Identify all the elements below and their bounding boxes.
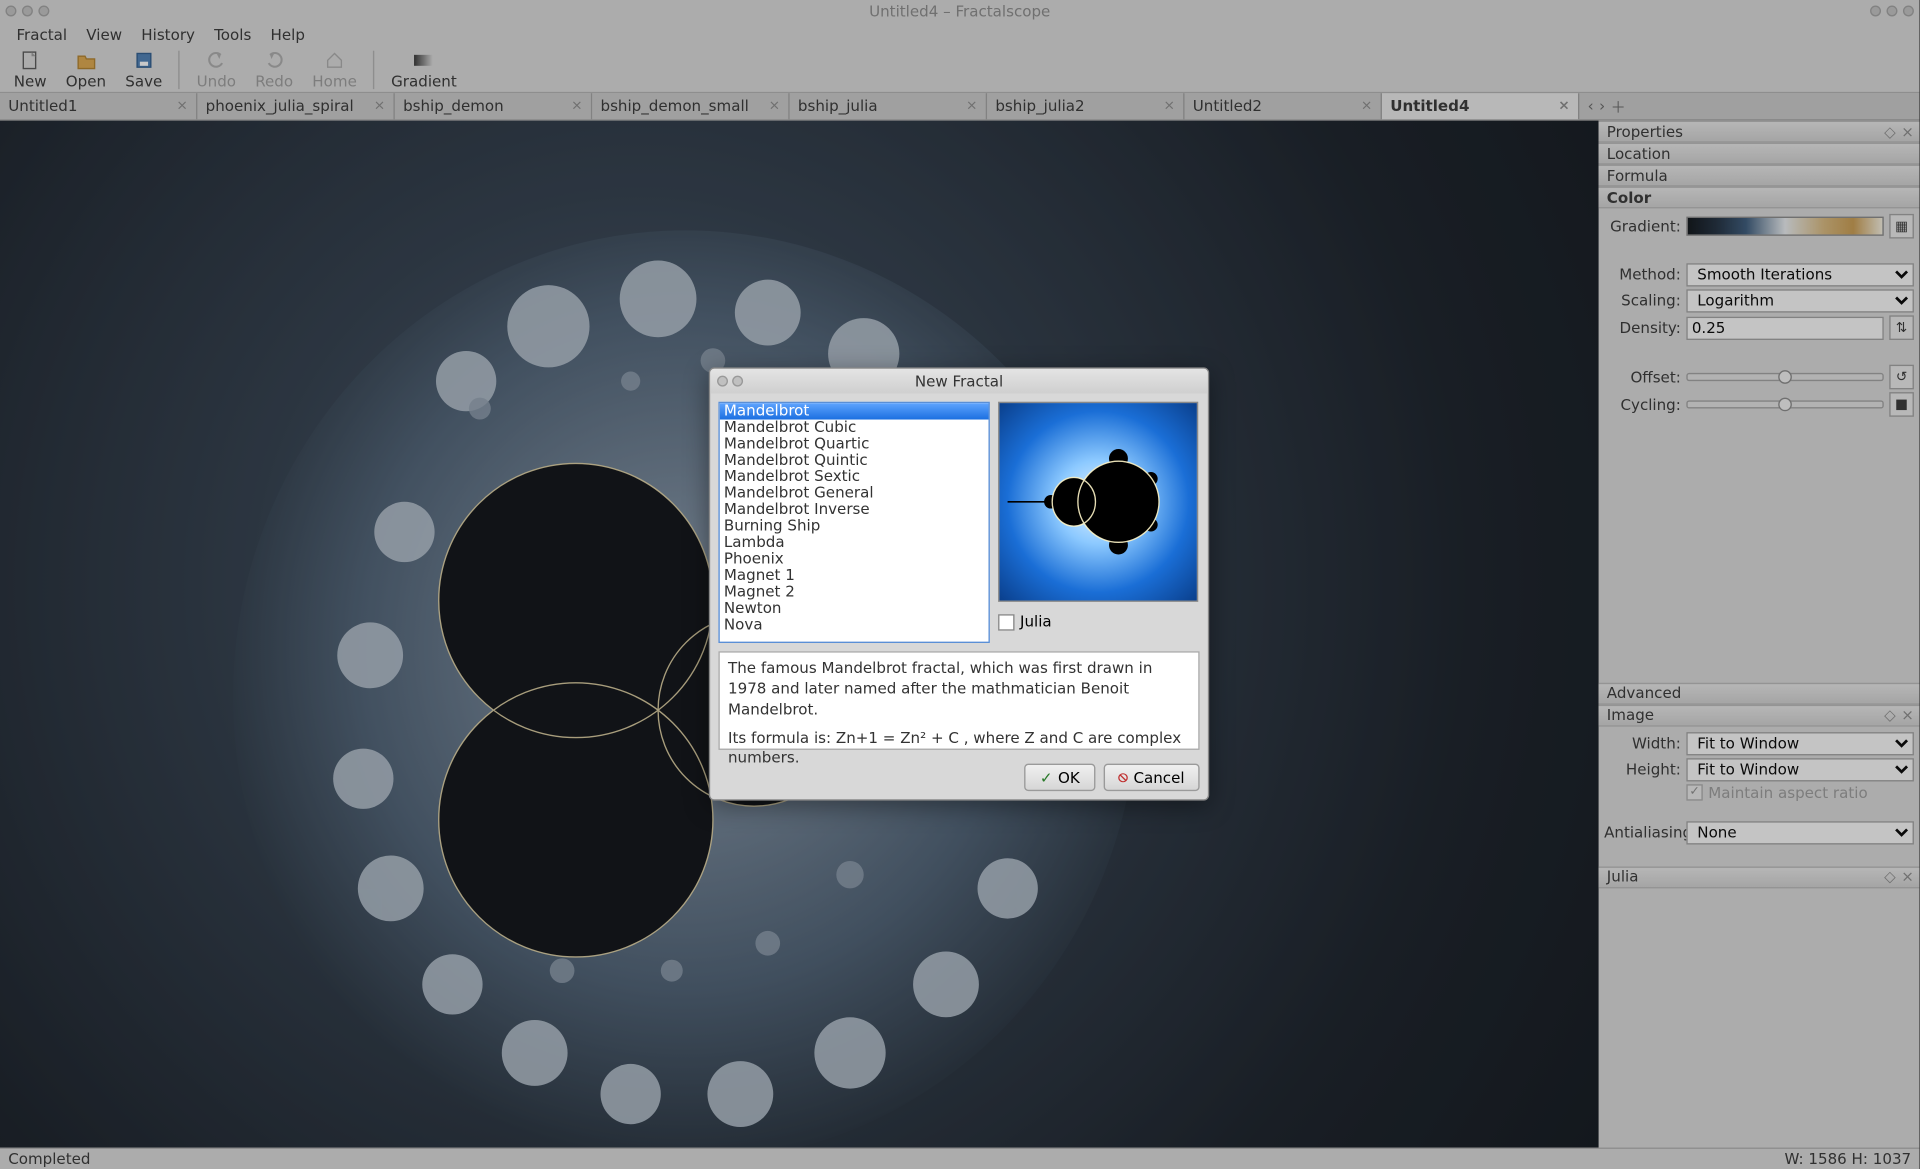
list-item[interactable]: Nova: [720, 617, 989, 633]
fractal-type-listbox[interactable]: Mandelbrot Mandelbrot Cubic Mandelbrot Q…: [718, 402, 989, 643]
fractal-preview: [998, 402, 1198, 602]
julia-checkbox[interactable]: [998, 614, 1014, 630]
dialog-title: New Fractal: [915, 372, 1003, 390]
list-item[interactable]: Mandelbrot General: [720, 485, 989, 501]
modal-overlay: New Fractal Mandelbrot Mandelbrot Cubic …: [0, 0, 1919, 1169]
list-item[interactable]: Mandelbrot: [720, 403, 989, 419]
list-item[interactable]: Newton: [720, 600, 989, 616]
fractal-description: The famous Mandelbrot fractal, which was…: [718, 651, 1199, 750]
ok-label: OK: [1058, 768, 1080, 786]
mandelbrot-preview-icon: [999, 403, 1196, 600]
list-item[interactable]: Magnet 2: [720, 584, 989, 600]
cancel-label: Cancel: [1133, 768, 1184, 786]
list-item[interactable]: Phoenix: [720, 551, 989, 567]
list-item[interactable]: Mandelbrot Cubic: [720, 420, 989, 436]
list-item[interactable]: Magnet 1: [720, 568, 989, 584]
list-item[interactable]: Mandelbrot Sextic: [720, 469, 989, 485]
cancel-icon: ⦸: [1118, 768, 1128, 787]
list-item[interactable]: Mandelbrot Quintic: [720, 452, 989, 468]
new-fractal-dialog: New Fractal Mandelbrot Mandelbrot Cubic …: [709, 367, 1209, 800]
check-icon: ✓: [1040, 768, 1053, 786]
list-item[interactable]: Lambda: [720, 535, 989, 551]
dialog-titlebar[interactable]: New Fractal: [710, 369, 1208, 394]
julia-checkbox-label: Julia: [1020, 613, 1052, 631]
dialog-dot-icon[interactable]: [717, 376, 728, 387]
list-item[interactable]: Mandelbrot Inverse: [720, 502, 989, 518]
list-item[interactable]: Burning Ship: [720, 518, 989, 534]
description-line: The famous Mandelbrot fractal, which was…: [728, 659, 1190, 720]
cancel-button[interactable]: ⦸ Cancel: [1103, 764, 1200, 791]
ok-button[interactable]: ✓ OK: [1025, 764, 1095, 791]
list-item[interactable]: Mandelbrot Quartic: [720, 436, 989, 452]
dialog-dot-icon[interactable]: [732, 376, 743, 387]
